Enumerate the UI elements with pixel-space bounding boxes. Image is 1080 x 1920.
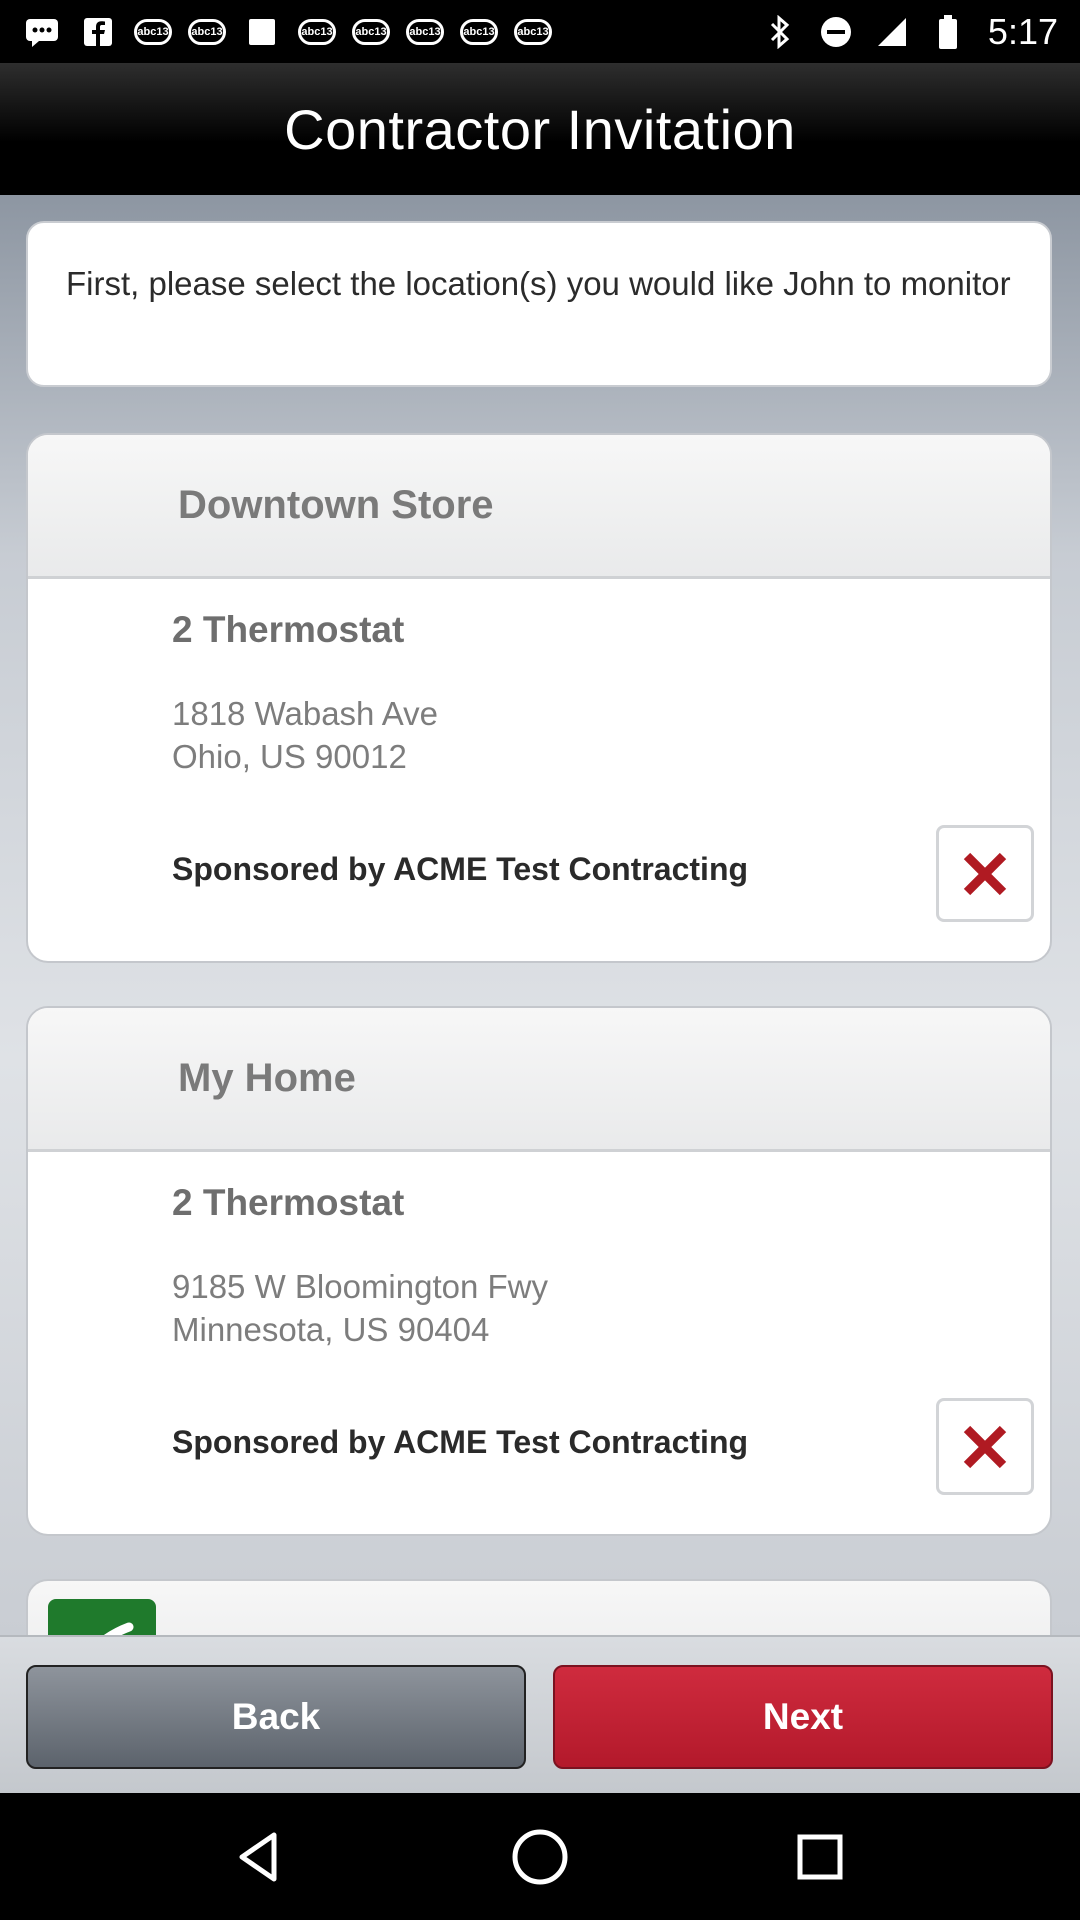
content-area[interactable]: First, please select the location(s) you… [0,195,1080,1635]
status-left: abc13 abc13 abc13 abc13 abc13 abc13 abc1… [22,14,552,50]
address-line-2: Ohio, US 90012 [172,738,407,775]
location-card[interactable]: Downtown Store 2 Thermostat 1818 Wabash … [26,433,1052,963]
close-icon [963,852,1007,895]
location-checkbox[interactable] [48,1599,156,1635]
sponsor-text: Sponsored by ACME Test Contracting [172,1424,749,1460]
address-line-1: 1818 Wabash Ave [172,695,439,732]
intro-text: First, please select the location(s) you… [66,265,1011,302]
signal-icon [872,14,912,50]
location-address: 9185 W Bloomington Fwy Minnesota, US 904… [172,1265,548,1351]
back-button[interactable]: Back [26,1665,526,1769]
location-name: Downtown Store [178,483,494,527]
back-nav-icon[interactable] [220,1817,300,1897]
location-body: 2 Thermostat 9185 W Bloomington Fwy Minn… [28,1152,1050,1534]
message-icon [22,14,62,50]
abc13-badge: abc13 [188,18,226,45]
next-button[interactable]: Next [553,1665,1053,1769]
abc13-badge: abc13 [514,18,552,45]
abc13-badge: abc13 [406,18,444,45]
device-count: 2 Thermostat [172,1182,405,1223]
facebook-icon [78,14,118,50]
location-address: 1818 Wabash Ave Ohio, US 90012 [172,692,438,778]
bluetooth-icon [760,14,800,50]
location-header[interactable]: Downtown Store [28,435,1050,579]
do-not-disturb-icon [816,14,856,50]
device-count: 2 Thermostat [172,609,405,650]
location-card[interactable] [26,1579,1052,1635]
abc13-badge: abc13 [352,18,390,45]
sponsor-text: Sponsored by ACME Test Contracting [172,851,749,887]
location-body: 2 Thermostat 1818 Wabash Ave Ohio, US 90… [28,579,1050,961]
status-right: 5:17 [760,11,1058,53]
recents-nav-icon[interactable] [780,1817,860,1897]
intro-card: First, please select the location(s) you… [26,221,1052,387]
address-line-2: Minnesota, US 90404 [172,1311,490,1348]
location-header[interactable]: My Home [28,1008,1050,1152]
battery-icon [928,14,968,50]
system-nav-bar [0,1793,1080,1920]
checkmark-icon [103,1622,134,1635]
status-time: 5:17 [987,10,1058,52]
home-nav-icon[interactable] [500,1817,580,1897]
app-header: Contractor Invitation [0,63,1080,195]
location-name: My Home [178,1056,356,1100]
status-bar: abc13 abc13 abc13 abc13 abc13 abc13 abc1… [0,0,1080,63]
image-icon [242,14,282,50]
abc13-badge: abc13 [460,18,498,45]
address-line-1: 9185 W Bloomington Fwy [172,1268,549,1305]
remove-sponsor-button[interactable] [936,825,1034,922]
close-icon [963,1425,1007,1468]
abc13-badge: abc13 [298,18,336,45]
location-card[interactable]: My Home 2 Thermostat 9185 W Bloomington … [26,1006,1052,1536]
action-bar: Back Next [0,1635,1080,1793]
remove-sponsor-button[interactable] [936,1398,1034,1495]
page-title: Contractor Invitation [284,97,796,161]
abc13-badge: abc13 [134,18,172,45]
